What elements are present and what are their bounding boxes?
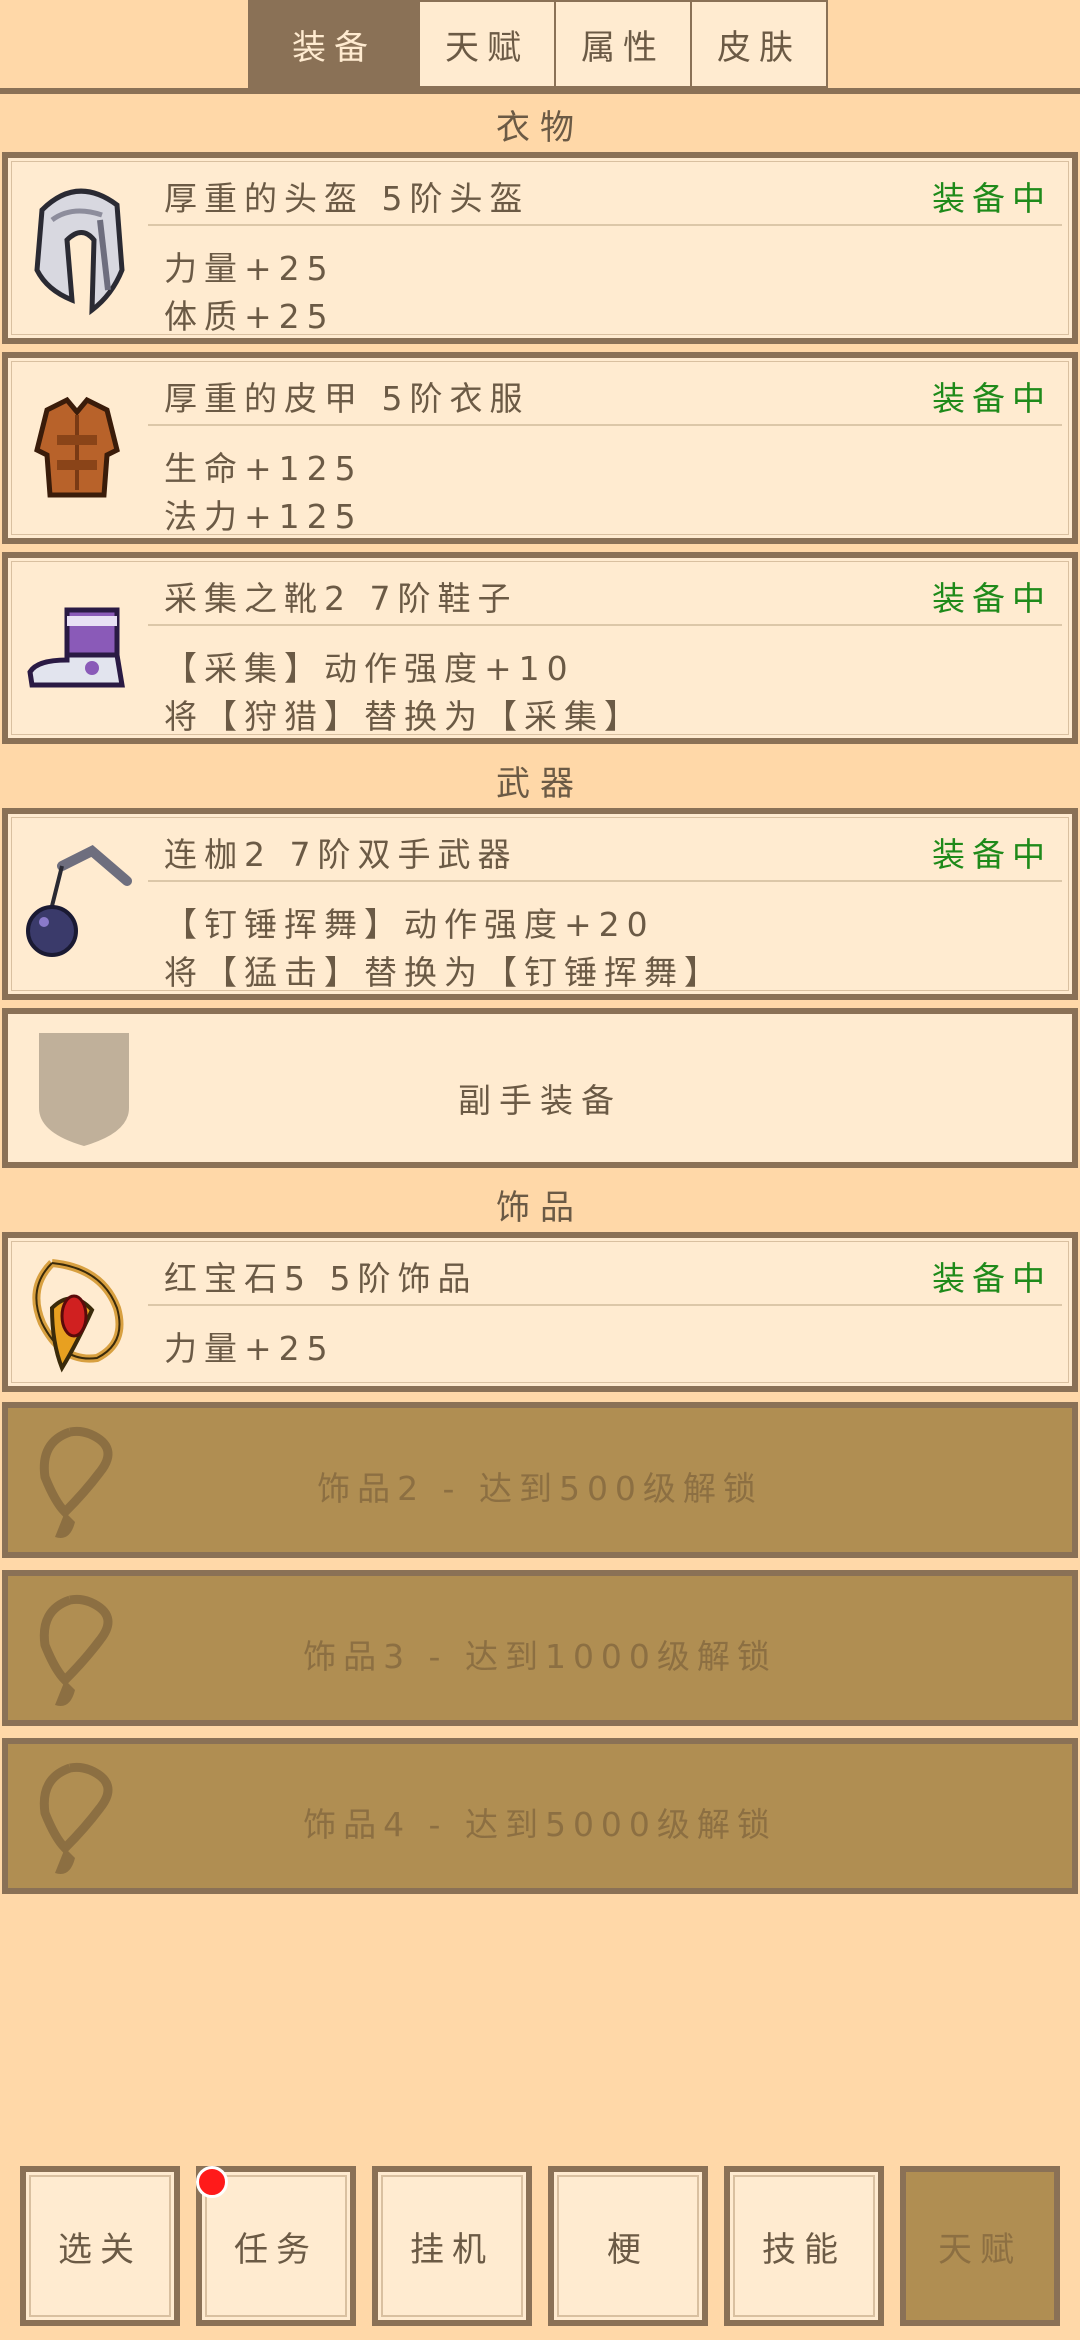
- locked-slot-label: 饰品4 - 达到5000级解锁: [303, 1805, 777, 1844]
- equipped-status: 装备中: [932, 1259, 1052, 1298]
- top-tab-bar: 装备 天赋 属性 皮肤: [248, 0, 828, 90]
- equipped-status: 装备中: [932, 379, 1052, 418]
- locked-slot-label: 饰品3 - 达到1000级解锁: [303, 1637, 777, 1676]
- equipment-card-weapon[interactable]: 连枷2 7阶双手武器 装备中 【钉锤挥舞】动作强度+20 将【猛击】替换为【钉锤…: [2, 808, 1078, 1000]
- ruby-amulet-icon: [32, 1259, 124, 1373]
- offhand-label: 副手装备: [458, 1081, 622, 1120]
- flail-icon: [26, 845, 132, 957]
- equipment-card-helmet[interactable]: 厚重的头盔 5阶头盔 装备中 力量+25 体质+25: [2, 152, 1078, 344]
- nav-quests-button[interactable]: 任务: [196, 2166, 356, 2326]
- item-effect: 【采集】动作强度+10: [164, 649, 575, 688]
- locked-slot-accessory-4: 饰品4 - 达到5000级解锁: [2, 1738, 1078, 1894]
- nav-quests-label: 任务: [234, 2229, 318, 2270]
- nav-skills-button[interactable]: 技能: [724, 2166, 884, 2326]
- boots-icon: [27, 607, 125, 688]
- divider: [148, 424, 1062, 426]
- item-stat: 法力+125: [164, 497, 363, 536]
- equipment-card-boots[interactable]: 采集之靴2 7阶鞋子 装备中 【采集】动作强度+10 将【狩猎】替换为【采集】: [2, 552, 1078, 744]
- section-title-accessories: 饰品: [496, 1188, 584, 1228]
- equipped-status: 装备中: [932, 835, 1052, 874]
- equipped-status: 装备中: [932, 579, 1052, 618]
- divider: [148, 224, 1062, 226]
- item-effect: 将【猛击】替换为【钉锤挥舞】: [164, 953, 724, 992]
- tab-equipment[interactable]: 装备: [248, 0, 420, 88]
- item-effect: 【钉锤挥舞】动作强度+20: [164, 905, 655, 944]
- leather-armor-icon: [34, 396, 120, 498]
- equipped-status: 装备中: [932, 179, 1052, 218]
- locked-slot-label: 饰品2 - 达到500级解锁: [317, 1469, 763, 1508]
- item-stat: 力量+25: [164, 1329, 335, 1368]
- notification-badge: [196, 2166, 228, 2198]
- nav-idle-button[interactable]: 挂机: [372, 2166, 532, 2326]
- item-title: 厚重的皮甲 5阶衣服: [164, 379, 530, 418]
- divider: [148, 880, 1062, 882]
- tab-talent[interactable]: 天赋: [418, 0, 556, 88]
- tab-underline: [0, 88, 1080, 94]
- item-title: 厚重的头盔 5阶头盔: [164, 179, 530, 218]
- section-title-clothing: 衣物: [496, 108, 584, 148]
- locked-slot-accessory-3: 饰品3 - 达到1000级解锁: [2, 1570, 1078, 1726]
- nav-memes-button[interactable]: 梗: [548, 2166, 708, 2326]
- nav-talent-button[interactable]: 天赋: [900, 2166, 1060, 2326]
- tab-skins[interactable]: 皮肤: [690, 0, 828, 88]
- nav-stage-select-button[interactable]: 选关: [20, 2166, 180, 2326]
- locked-slot-accessory-2: 饰品2 - 达到500级解锁: [2, 1402, 1078, 1558]
- divider: [148, 1304, 1062, 1306]
- item-title: 采集之靴2 7阶鞋子: [164, 579, 518, 618]
- item-stat: 力量+25: [164, 249, 335, 288]
- item-title: 连枷2 7阶双手武器: [164, 835, 518, 874]
- section-title-weapons: 武器: [496, 764, 584, 804]
- item-stat: 生命+125: [164, 449, 363, 488]
- item-stat: 体质+25: [164, 297, 335, 336]
- item-title: 红宝石5 5阶饰品: [164, 1259, 478, 1298]
- equipment-card-armor[interactable]: 厚重的皮甲 5阶衣服 装备中 生命+125 法力+125: [2, 352, 1078, 544]
- item-effect: 将【狩猎】替换为【采集】: [164, 697, 644, 736]
- helmet-icon: [34, 188, 125, 316]
- bottom-nav: 选关 任务 挂机 梗 技能 天赋: [20, 2166, 1060, 2326]
- equipment-slot-offhand[interactable]: 副手装备: [2, 1008, 1078, 1168]
- divider: [148, 624, 1062, 626]
- equipment-card-accessory-1[interactable]: 红宝石5 5阶饰品 装备中 力量+25: [2, 1232, 1078, 1392]
- tab-attributes[interactable]: 属性: [554, 0, 692, 88]
